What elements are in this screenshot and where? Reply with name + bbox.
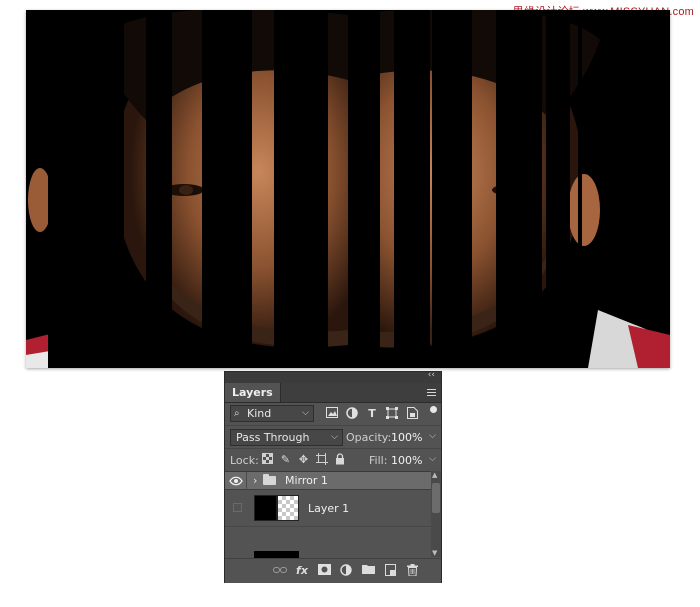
image-filter-icon[interactable] xyxy=(325,407,339,421)
layer-name[interactable]: Mirror 1 xyxy=(285,474,328,487)
type-filter-icon[interactable]: T xyxy=(365,407,379,421)
black-strip xyxy=(48,10,124,368)
filter-row: ⌕ Kind ⌵ T xyxy=(225,403,441,425)
opacity-chevron-icon[interactable]: ⌵ xyxy=(429,431,436,441)
filter-toggle-icon[interactable] xyxy=(430,406,437,413)
blend-mode-select[interactable]: Pass Through ⌵ xyxy=(230,429,343,446)
black-strip xyxy=(274,10,328,368)
layer-name[interactable]: Layer 1 xyxy=(308,502,349,515)
black-strip xyxy=(546,10,570,368)
folder-icon xyxy=(263,474,276,485)
lock-label: Lock: xyxy=(230,454,259,467)
blend-row: Pass Through ⌵ Opacity: 100% ⌵ xyxy=(225,425,441,448)
eye-icon xyxy=(229,476,243,486)
chevron-down-icon: ⌵ xyxy=(302,408,309,418)
layer-style-icon[interactable]: fx xyxy=(295,564,309,578)
black-strip xyxy=(202,10,252,368)
layer-row-mirror-1[interactable]: › Mirror 1 xyxy=(225,472,431,490)
black-strip xyxy=(146,10,172,368)
layers-bottom-toolbar: fx xyxy=(225,558,441,583)
layer-mask-icon[interactable] xyxy=(317,564,331,578)
lock-transparent-pixels-icon[interactable] xyxy=(261,453,274,466)
scroll-up-icon[interactable]: ▲ xyxy=(432,471,437,479)
panel-menu-icon[interactable] xyxy=(427,389,436,398)
black-strip xyxy=(496,10,542,368)
scroll-down-icon[interactable]: ▼ xyxy=(432,549,437,557)
visibility-toggle[interactable] xyxy=(225,472,247,490)
tab-layers[interactable]: Layers xyxy=(225,383,281,402)
panel-title-bar[interactable]: ‹‹ xyxy=(225,370,441,383)
delete-layer-icon[interactable] xyxy=(405,564,419,578)
black-strip xyxy=(394,10,430,368)
layer-list: › Mirror 1 Layer 1 xyxy=(225,471,431,558)
scrollbar-thumb[interactable] xyxy=(432,483,440,513)
striped-portrait-photo xyxy=(26,10,670,368)
layer-mask-thumbnail xyxy=(277,495,299,521)
lock-image-pixels-icon[interactable]: ✎ xyxy=(279,453,292,466)
link-layers-icon[interactable] xyxy=(273,564,287,578)
adjustment-filter-icon[interactable] xyxy=(345,407,359,421)
layer-row-layer-1[interactable]: Layer 1 xyxy=(225,491,431,527)
layer-thumbnail xyxy=(254,495,277,521)
fill-chevron-icon[interactable]: ⌵ xyxy=(429,454,436,464)
opacity-field[interactable]: 100% xyxy=(391,431,422,444)
lock-position-icon[interactable]: ✥ xyxy=(297,453,310,466)
new-group-icon[interactable] xyxy=(361,564,375,578)
lock-artboard-icon[interactable] xyxy=(315,453,328,466)
search-icon: ⌕ xyxy=(234,408,240,419)
filter-kind-value: Kind xyxy=(247,407,272,420)
fill-field[interactable]: 100% xyxy=(391,454,422,467)
blend-mode-value: Pass Through xyxy=(236,431,310,444)
filter-kind-select[interactable]: ⌕ Kind ⌵ xyxy=(230,405,314,422)
fill-label: Fill: xyxy=(369,454,388,467)
opacity-label: Opacity: xyxy=(346,431,392,444)
smart-object-filter-icon[interactable] xyxy=(405,407,419,421)
visibility-toggle[interactable] xyxy=(233,503,242,512)
panel-tab-row: Layers xyxy=(225,383,441,403)
black-strip xyxy=(578,10,582,368)
black-strip xyxy=(348,10,380,368)
partial-layer-thumbnail xyxy=(254,551,299,558)
lock-all-icon[interactable] xyxy=(333,453,346,466)
layers-panel: ‹‹ Layers ⌕ Kind ⌵ T Pass Through ⌵ Opac… xyxy=(224,370,442,583)
collapse-panel-icon[interactable]: ‹‹ xyxy=(428,370,435,380)
black-strip xyxy=(432,10,472,368)
new-layer-icon[interactable] xyxy=(383,564,397,578)
lock-row: Lock: ✎ ✥ Fill: 100% ⌵ xyxy=(225,448,441,471)
chevron-right-icon[interactable]: › xyxy=(253,474,257,487)
shape-filter-icon[interactable] xyxy=(385,407,399,421)
chevron-down-icon: ⌵ xyxy=(331,432,338,442)
layer-list-scrollbar[interactable]: ▲ ▼ xyxy=(431,471,441,557)
adjustment-layer-icon[interactable] xyxy=(339,564,353,578)
